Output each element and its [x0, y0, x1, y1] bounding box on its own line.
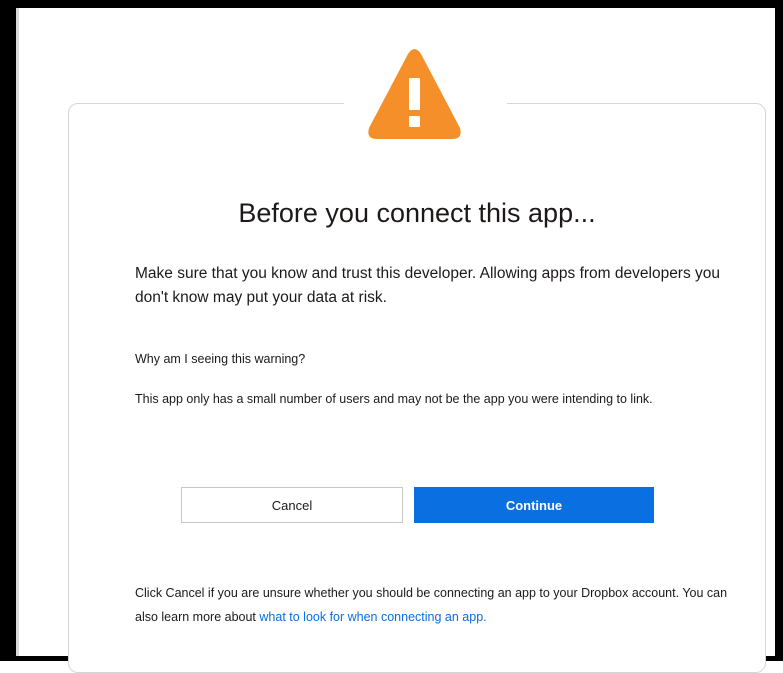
why-heading: Why am I seeing this warning?: [135, 352, 306, 366]
trust-warning-text: Make sure that you know and trust this d…: [135, 265, 721, 306]
cancel-button[interactable]: Cancel: [181, 487, 403, 523]
why-explanation: This app only has a small number of user…: [135, 392, 653, 406]
learn-more-link[interactable]: what to look for when connecting an app.: [259, 610, 486, 624]
continue-button[interactable]: Continue: [414, 487, 654, 523]
dialog-title: Before you connect this app...: [238, 198, 596, 228]
footer-note: Click Cancel if you are unsure whether y…: [135, 581, 735, 629]
left-edge-divider: [16, 8, 19, 656]
warning-triangle-icon: [368, 49, 461, 139]
